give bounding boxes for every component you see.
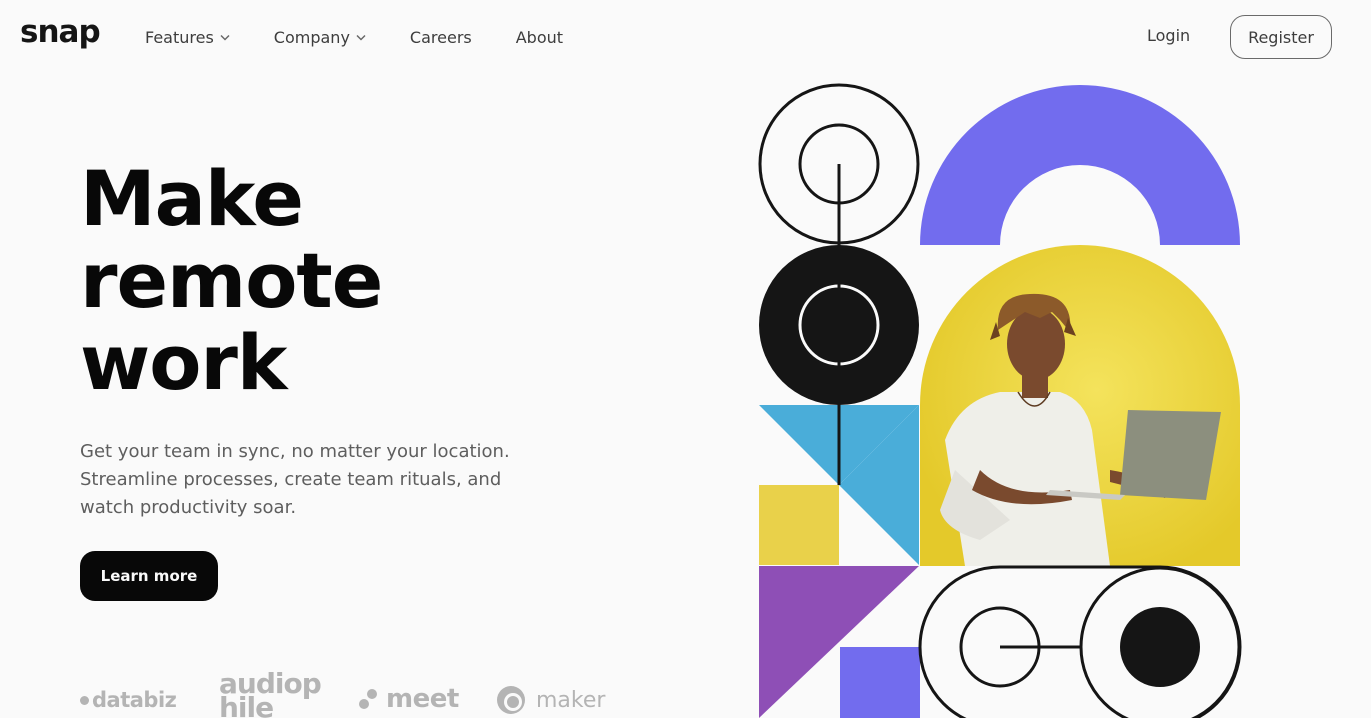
client-logos: databiz audiophile meet maker — [80, 672, 640, 718]
register-button[interactable]: Register — [1230, 15, 1332, 59]
databiz-dot-icon — [80, 695, 89, 705]
concentric-circles-shape — [758, 83, 920, 245]
nav-about-label: About — [515, 27, 564, 47]
learn-more-button[interactable]: Learn more — [80, 551, 218, 601]
headline-line: Make — [80, 154, 304, 243]
main-nav: Features Company Careers About — [145, 26, 607, 48]
nav-item-features[interactable]: Features — [145, 26, 230, 48]
description-line: Get your team in sync, no matter your lo… — [80, 441, 510, 462]
chevron-down-icon — [220, 34, 230, 41]
description-line: Streamline processes, create team ritual… — [80, 469, 502, 490]
nav-item-company[interactable]: Company — [274, 26, 366, 48]
nav-careers-label: Careers — [409, 27, 472, 47]
nav-item-careers[interactable]: Careers — [410, 26, 472, 48]
nav-item-about[interactable]: About — [516, 26, 563, 48]
violet-square-shape — [840, 647, 920, 718]
yellow-square-shape — [759, 485, 839, 565]
login-link[interactable]: Login — [1147, 26, 1190, 45]
client-name: databiz — [92, 688, 177, 712]
client-logo-audiophile: audiophile — [219, 672, 329, 718]
blue-triangle-shape — [839, 405, 919, 565]
headline-line: remote — [80, 236, 383, 325]
hero-description: Get your team in sync, no matter your lo… — [80, 438, 530, 522]
client-logo-maker: maker — [496, 684, 605, 716]
brand-logo[interactable]: snap — [20, 14, 101, 50]
client-name: maker — [536, 687, 606, 713]
description-line: watch productivity soar. — [80, 497, 297, 518]
black-circle-shape — [759, 245, 919, 405]
nav-features-label: Features — [145, 27, 214, 47]
client-name: meet — [386, 684, 459, 714]
maker-icon — [497, 686, 525, 714]
nav-company-label: Company — [273, 27, 350, 47]
chevron-down-icon — [356, 34, 366, 41]
client-name: audiophile — [219, 672, 322, 718]
pill-with-circles-shape — [918, 565, 1242, 718]
blue-triangle-shape — [759, 405, 919, 485]
purple-triangle-shape — [759, 566, 919, 718]
headline-line: work — [80, 318, 287, 407]
photo-of-man-with-laptop — [920, 245, 1240, 566]
meet-icon — [359, 689, 377, 709]
violet-arch-shape — [920, 85, 1240, 245]
client-logo-databiz: databiz — [80, 688, 177, 712]
landing-page: snap Features Company Careers About Logi… — [0, 0, 1371, 718]
hero-headline: Make remote work — [80, 158, 500, 404]
client-logo-meet: meet — [358, 684, 459, 714]
